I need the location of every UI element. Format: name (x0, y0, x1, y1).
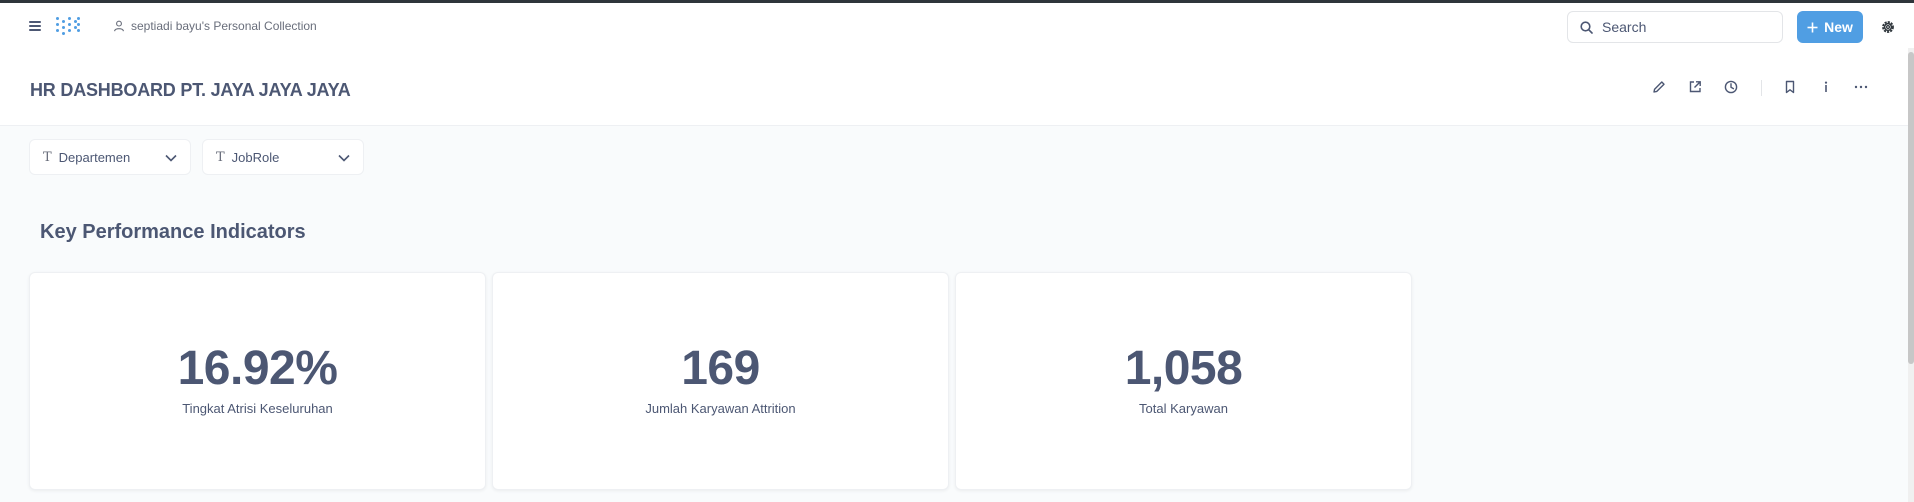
kpi-label: Jumlah Karyawan Attrition (645, 401, 796, 416)
kpi-value: 1,058 (1124, 342, 1243, 395)
top-navbar: septiadi bayu's Personal Collection Sear… (0, 3, 1914, 48)
dashboard-body: T Departemen T JobRole Key Performance I… (0, 126, 1908, 502)
kpi-card-attrition-count[interactable]: 169 Jumlah Karyawan Attrition (492, 272, 949, 490)
search-icon (1580, 20, 1593, 34)
search-input[interactable]: Search (1567, 11, 1783, 43)
page-title: HR DASHBOARD PT. JAYA JAYA JAYA (30, 80, 351, 100)
new-button[interactable]: New (1797, 11, 1863, 43)
section-heading: Key Performance Indicators (40, 221, 306, 243)
chevron-down-icon (165, 154, 177, 162)
breadcrumb-collection[interactable]: septiadi bayu's Personal Collection (113, 16, 317, 36)
metabase-logo-icon[interactable] (55, 15, 81, 37)
kpi-value: 16.92% (177, 342, 338, 395)
new-button-label: New (1824, 19, 1853, 35)
text-filter-icon: T (43, 149, 52, 165)
scrollbar-thumb[interactable] (1908, 52, 1914, 364)
kpi-card-attrition-rate[interactable]: 16.92% Tingkat Atrisi Keseluruhan (29, 272, 486, 490)
share-icon[interactable] (1687, 79, 1703, 95)
kpi-label: Total Karyawan (1139, 401, 1228, 416)
hamburger-menu-icon[interactable] (27, 18, 43, 34)
clock-history-icon[interactable] (1723, 79, 1739, 95)
gear-icon[interactable] (1880, 19, 1896, 35)
info-icon[interactable] (1818, 79, 1834, 95)
text-filter-icon: T (216, 149, 225, 165)
chevron-down-icon (338, 154, 350, 162)
pencil-edit-icon[interactable] (1651, 79, 1667, 95)
search-placeholder: Search (1602, 19, 1647, 35)
more-options-icon[interactable] (1853, 79, 1869, 95)
filter-label: Departemen (58, 149, 131, 165)
plus-icon (1807, 22, 1818, 32)
filter-departemen[interactable]: T Departemen (29, 139, 191, 175)
filter-label: JobRole (231, 149, 280, 165)
collection-name: septiadi bayu's Personal Collection (131, 19, 317, 33)
kpi-label: Tingkat Atrisi Keseluruhan (182, 401, 333, 416)
dashboard-header: HR DASHBOARD PT. JAYA JAYA JAYA (0, 48, 1908, 126)
header-divider (1761, 80, 1762, 96)
bookmark-icon[interactable] (1782, 79, 1798, 95)
person-icon (114, 20, 124, 32)
kpi-value: 169 (681, 342, 760, 395)
kpi-card-total-employees[interactable]: 1,058 Total Karyawan (955, 272, 1412, 490)
filter-jobrole[interactable]: T JobRole (202, 139, 364, 175)
